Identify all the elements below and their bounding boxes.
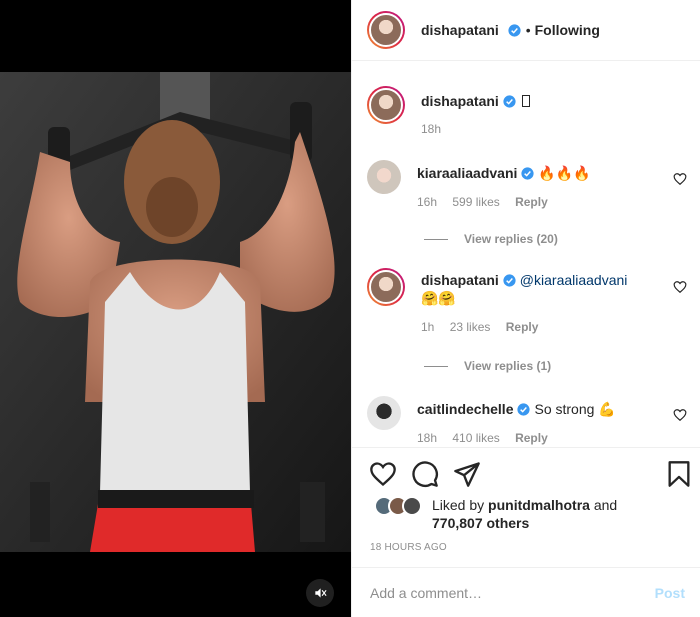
comment-text: So strong 💪 (534, 401, 616, 417)
heart-icon[interactable] (673, 280, 687, 294)
liker-avatars[interactable] (374, 496, 422, 518)
view-replies-label: View replies (1) (464, 359, 552, 373)
reply-button[interactable]: Reply (515, 431, 548, 445)
comment-age[interactable]: 1h (421, 320, 434, 334)
divider (424, 365, 448, 367)
heart-icon[interactable] (369, 460, 397, 488)
mute-button[interactable] (306, 579, 334, 607)
liked-by-prefix: Liked by (432, 497, 485, 513)
avatar[interactable] (367, 268, 405, 306)
comments-list[interactable]: dishapatani 18h kiaraaliaadvani 🔥🔥🔥 16h 5… (352, 62, 700, 447)
heart-icon[interactable] (673, 172, 687, 186)
others-count[interactable]: 770,807 others (432, 515, 529, 531)
post-media[interactable] (0, 0, 351, 617)
comment-input[interactable] (370, 584, 655, 601)
post-sidebar: dishapatani • Following dishapatani 18h (351, 0, 700, 617)
bookmark-icon[interactable] (665, 460, 693, 488)
comment-age[interactable]: 16h (417, 195, 437, 209)
separator-dot: • (525, 22, 531, 38)
verified-icon (517, 403, 531, 416)
avatar[interactable] (367, 86, 405, 124)
comment-item: kiaraaliaadvani 🔥🔥🔥 16h 599 likes Reply (367, 160, 687, 209)
heart-icon[interactable] (673, 408, 687, 422)
comment-likes[interactable]: 599 likes (452, 195, 499, 209)
verified-icon (503, 274, 516, 287)
mute-icon (315, 588, 327, 598)
verified-icon (508, 24, 521, 37)
share-icon[interactable] (453, 460, 481, 488)
likes-summary: Liked by punitdmalhotra and 770,807 othe… (374, 496, 617, 532)
view-replies-label: View replies (20) (464, 232, 558, 246)
comment-username[interactable]: kiaraaliaadvani (417, 165, 517, 181)
comment-icon[interactable] (411, 460, 439, 488)
comment-mention[interactable]: @kiaraaliaadvani (520, 272, 628, 288)
liked-by-and: and (593, 497, 618, 513)
comment-age[interactable]: 18h (417, 431, 437, 445)
caption-age[interactable]: 18h (421, 122, 441, 136)
avatar[interactable] (367, 396, 401, 430)
caption: dishapatani 18h (367, 86, 687, 136)
comment-composer: Post (352, 567, 700, 617)
view-replies-button[interactable]: View replies (20) (424, 232, 558, 246)
avatar[interactable] (367, 160, 401, 194)
post-timestamp[interactable]: 18 HOURS AGO (370, 542, 447, 553)
following-button[interactable]: Following (535, 22, 600, 38)
author-username[interactable]: dishapatani (421, 22, 521, 38)
post-photo (0, 72, 351, 552)
view-replies-button[interactable]: View replies (1) (424, 359, 551, 373)
liker-username[interactable]: punitdmalhotra (488, 497, 590, 513)
comment-username[interactable]: caitlindechelle (417, 401, 513, 417)
comment-text: 🤗🤗 (421, 290, 456, 306)
comment-text: 🔥🔥🔥 (538, 165, 591, 181)
verified-icon (503, 95, 516, 108)
comment-username[interactable]: dishapatani (421, 93, 499, 109)
comment-item: dishapatani @kiaraaliaadvani 🤗🤗 1h 23 lik… (367, 268, 687, 334)
reply-button[interactable]: Reply (506, 320, 539, 334)
comment-likes[interactable]: 23 likes (450, 320, 491, 334)
author-avatar[interactable] (367, 11, 405, 49)
avatar (402, 496, 422, 516)
post-button[interactable]: Post (655, 585, 685, 601)
comment-item: caitlindechelle So strong 💪 18h 410 likes… (367, 396, 687, 445)
emoji-placeholder-icon (521, 95, 530, 107)
verified-icon (521, 167, 534, 180)
divider (424, 238, 448, 240)
comment-likes[interactable]: 410 likes (452, 431, 499, 445)
comment-username[interactable]: dishapatani (421, 272, 499, 288)
reply-button[interactable]: Reply (515, 195, 548, 209)
post-header: dishapatani • Following (352, 0, 700, 61)
